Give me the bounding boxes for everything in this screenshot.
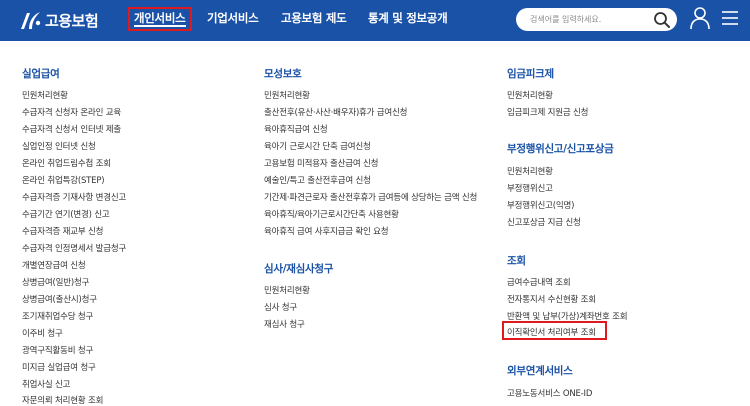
menu-link[interactable]: 예술인/특고 출산전후급여 신청 xyxy=(264,174,371,186)
menu-link[interactable]: 취업사실 신고 xyxy=(22,378,70,390)
menu-link[interactable]: 민원처리현황 xyxy=(507,165,553,177)
user-icon[interactable] xyxy=(689,6,711,30)
search-box xyxy=(516,8,677,31)
menu-link[interactable]: 수급자격증 재교부 신청 xyxy=(22,225,103,237)
menu-link[interactable]: 고용노동서비스 ONE-ID xyxy=(507,387,592,399)
menu-link[interactable]: 실업인정 인터넷 신청 xyxy=(22,140,96,152)
search-icon[interactable] xyxy=(653,11,671,29)
menu-link[interactable]: 육아휴직급여 신청 xyxy=(264,123,328,135)
nav-highlight-box xyxy=(128,7,192,31)
brand-name: 고용보험 xyxy=(45,11,99,30)
menu-link[interactable]: 광역구직활동비 청구 xyxy=(22,344,93,356)
category-inquiry: 조회 xyxy=(507,255,526,267)
menu-link[interactable]: 급여수급내역 조회 xyxy=(507,276,571,288)
site-logo[interactable]: 고용보험 xyxy=(18,7,99,33)
menu-link[interactable]: 조기재취업수당 청구 xyxy=(22,310,93,322)
menu-link[interactable]: 자문의뢰 처리현황 조회 xyxy=(22,394,103,406)
menu-link[interactable]: 육아기 근로시간 단축 급여신청 xyxy=(264,140,371,152)
menu-link[interactable]: 민원처리현황 xyxy=(507,89,553,101)
menu-link[interactable]: 기간제·파견근로자 출산전후휴가 급여등에 상당하는 금액 신청 xyxy=(264,191,477,203)
menu-link[interactable]: 상병급여(일반)청구 xyxy=(22,276,89,288)
menu-link[interactable]: 신고포상금 지급 신청 xyxy=(507,216,581,228)
menu-link[interactable]: 민원처리현황 xyxy=(22,89,68,101)
menu-link[interactable]: 임금피크제 지원금 신청 xyxy=(507,106,588,118)
menu-link[interactable]: 온라인 취업드림수첩 조회 xyxy=(22,157,111,169)
menu-link[interactable]: 부정행위신고 xyxy=(507,182,553,194)
category-unemployment-benefit: 실업급여 xyxy=(22,68,60,80)
category-appeal-review: 심사/재심사청구 xyxy=(264,263,334,275)
menu-link[interactable]: 수급기간 연기(변경) 신고 xyxy=(22,208,110,220)
nav-business-service[interactable]: 기업서비스 xyxy=(207,10,259,26)
menu-link[interactable]: 부정행위신고(익명) xyxy=(507,199,574,211)
menu-link[interactable]: 민원처리현황 xyxy=(264,284,310,296)
hamburger-menu-icon[interactable] xyxy=(721,10,739,26)
logo-mark-icon xyxy=(21,12,41,29)
menu-link[interactable]: 개별연장급여 신청 xyxy=(22,259,86,271)
search-input[interactable] xyxy=(530,12,650,27)
category-fraud-report: 부정행위신고/신고포상금 xyxy=(507,143,614,155)
category-external-services: 외부연계서비스 xyxy=(507,365,573,377)
nav-statistics-info[interactable]: 통계 및 정보공개 xyxy=(368,10,448,26)
category-maternity-protection: 모성보호 xyxy=(264,68,302,80)
menu-link[interactable]: 심사 청구 xyxy=(264,301,297,313)
menu-link[interactable]: 수급자격 신청서 인터넷 제출 xyxy=(22,123,121,135)
menu-link[interactable]: 육아휴직/육아기근로시간단축 사용현황 xyxy=(264,208,399,220)
menu-link[interactable]: 민원처리현황 xyxy=(264,89,310,101)
menu-link[interactable]: 수급자격증 기재사항 변경신고 xyxy=(22,191,126,203)
category-wage-peak: 임금피크제 xyxy=(507,68,554,80)
menu-link[interactable]: 수급자격 인정명세서 발급청구 xyxy=(22,242,126,254)
menu-link[interactable]: 온라인 취업특강(STEP) xyxy=(22,174,105,186)
menu-link[interactable]: 출산전후(유산·사산·배우자)휴가 급여신청 xyxy=(264,106,407,118)
link-highlight-box xyxy=(502,321,607,340)
menu-link[interactable]: 이주비 청구 xyxy=(22,327,63,339)
menu-link[interactable]: 육아휴직 급여 사후지급금 확인 요청 xyxy=(264,225,389,237)
nav-insurance-system[interactable]: 고용보험 제도 xyxy=(281,10,347,26)
menu-link[interactable]: 전자통지서 수신현황 조회 xyxy=(507,293,596,305)
menu-link[interactable]: 수급자격 신청자 온라인 교육 xyxy=(22,106,121,118)
menu-link[interactable]: 상병급여(출산시)청구 xyxy=(22,293,97,305)
menu-link[interactable]: 미지급 실업급여 청구 xyxy=(22,361,96,373)
top-header: 고용보험 개인서비스 기업서비스 고용보험 제도 통계 및 정보공개 xyxy=(0,0,750,41)
menu-link[interactable]: 재심사 청구 xyxy=(264,318,305,330)
menu-link[interactable]: 고용보험 미적용자 출산급여 신청 xyxy=(264,157,378,169)
